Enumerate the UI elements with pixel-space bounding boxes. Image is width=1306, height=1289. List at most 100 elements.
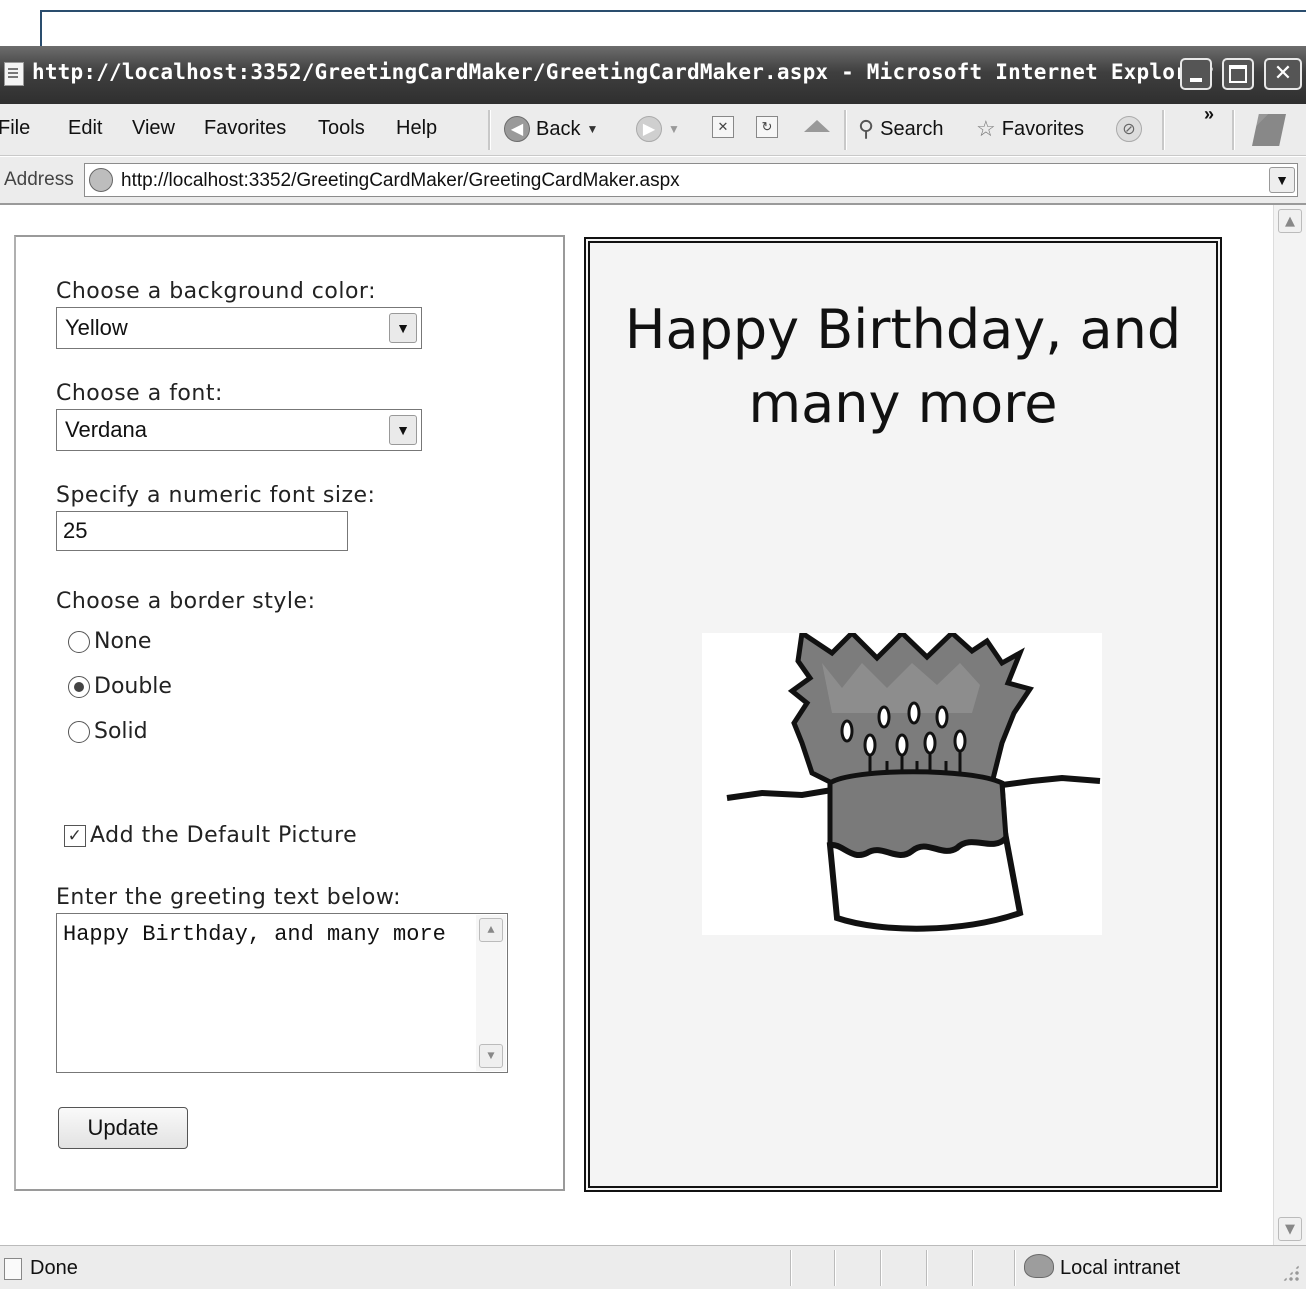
radio-none-label: None — [94, 629, 152, 654]
background-color-value: Yellow — [65, 315, 128, 340]
address-dropdown-icon[interactable]: ▼ — [1269, 167, 1295, 193]
outer-frame-line-left — [40, 10, 42, 46]
font-select[interactable]: Verdana ▼ — [56, 409, 422, 451]
radio-double[interactable] — [68, 675, 90, 698]
radio-double-label: Double — [94, 674, 172, 699]
greeting-textarea-value: Happy Birthday, and many more — [63, 922, 446, 947]
controls-panel: Choose a background color: Yellow ▼ Choo… — [14, 235, 565, 1191]
scroll-up-icon[interactable]: ▲ — [479, 918, 503, 942]
textarea-scrollbar[interactable]: ▲ ▼ — [476, 915, 506, 1071]
back-dropdown-icon[interactable]: ▼ — [586, 122, 598, 136]
forward-dropdown-icon[interactable]: ▼ — [668, 122, 680, 136]
border-style-label: Choose a border style: — [56, 589, 316, 614]
font-value: Verdana — [65, 417, 147, 442]
close-button[interactable]: ✕ — [1264, 58, 1302, 90]
menu-separator — [488, 110, 491, 150]
maximize-button[interactable] — [1222, 58, 1254, 90]
favorites-label: Favorites — [1001, 117, 1084, 140]
menu-favorites[interactable]: Favorites — [204, 117, 286, 140]
home-icon — [804, 120, 830, 132]
status-bar: Done Local intranet — [0, 1245, 1306, 1289]
radio-solid[interactable] — [68, 720, 90, 743]
status-divider — [926, 1250, 928, 1286]
border-option-solid[interactable]: Solid — [68, 719, 148, 744]
page-done-icon — [4, 1258, 22, 1280]
default-picture-checkbox[interactable]: ✓ — [64, 824, 86, 847]
menu-help[interactable]: Help — [396, 117, 437, 140]
greeting-textarea[interactable]: Happy Birthday, and many more ▲ ▼ — [56, 913, 508, 1073]
title-bar: http://localhost:3352/GreetingCardMaker/… — [0, 46, 1306, 104]
address-url: http://localhost:3352/GreetingCardMaker/… — [121, 170, 680, 191]
forward-button[interactable]: ▶ ▼ — [636, 116, 680, 142]
cake-illustration — [726, 628, 1101, 932]
resize-grip-icon[interactable] — [1282, 1264, 1300, 1282]
birthday-cake-picture — [702, 628, 1102, 935]
forward-arrow-icon: ▶ — [636, 116, 662, 142]
chevron-down-icon: ▼ — [389, 415, 417, 445]
status-divider — [790, 1250, 792, 1286]
windows-logo-icon — [1252, 114, 1286, 146]
address-input[interactable]: http://localhost:3352/GreetingCardMaker/… — [84, 163, 1298, 197]
font-label: Choose a font: — [56, 381, 223, 406]
scroll-down-icon[interactable]: ▼ — [479, 1044, 503, 1068]
menu-bar: File Edit View Favorites Tools Help ◀ Ba… — [0, 104, 1306, 156]
font-size-input[interactable]: 25 — [56, 511, 348, 551]
toolbar-separator-2 — [1162, 110, 1165, 150]
background-color-select[interactable]: Yellow ▼ — [56, 307, 422, 349]
home-button[interactable] — [804, 120, 830, 132]
font-size-label: Specify a numeric font size: — [56, 483, 376, 508]
background-color-label: Choose a background color: — [56, 279, 377, 304]
card-greeting-text: Happy Birthday, and many more — [624, 298, 1182, 435]
radio-solid-label: Solid — [94, 719, 148, 744]
page-content: Choose a background color: Yellow ▼ Choo… — [0, 205, 1273, 1245]
menu-view[interactable]: View — [132, 117, 175, 140]
stop-button[interactable]: ✕ — [712, 116, 734, 138]
ie-page-icon — [89, 168, 113, 192]
default-picture-label: Add the Default Picture — [90, 823, 358, 848]
address-bar: Address http://localhost:3352/GreetingCa… — [0, 157, 1306, 205]
border-option-double[interactable]: Double — [68, 674, 172, 699]
close-icon: ✕ — [1273, 61, 1293, 86]
scroll-down-icon[interactable]: ▼ — [1278, 1217, 1302, 1241]
toolbar-separator-3 — [1232, 110, 1235, 150]
refresh-button[interactable]: ↻ — [756, 116, 778, 138]
minimize-icon — [1190, 78, 1202, 82]
stop-icon: ✕ — [712, 116, 734, 138]
favorites-star-icon: ☆ — [976, 116, 996, 141]
menu-file[interactable]: File — [0, 117, 30, 140]
radio-none[interactable] — [68, 630, 90, 653]
page-icon — [4, 62, 24, 86]
menu-tools[interactable]: Tools — [318, 117, 365, 140]
status-divider — [880, 1250, 882, 1286]
status-divider — [972, 1250, 974, 1286]
search-button[interactable]: ⚲ Search — [858, 116, 944, 142]
minimize-button[interactable] — [1180, 58, 1212, 90]
scroll-up-icon[interactable]: ▲ — [1278, 209, 1302, 233]
border-option-none[interactable]: None — [68, 629, 151, 654]
window-title: http://localhost:3352/GreetingCardMaker/… — [32, 60, 1214, 84]
page-scrollbar[interactable]: ▲ ▼ — [1273, 205, 1306, 1245]
favorites-button[interactable]: ☆ Favorites — [976, 116, 1084, 142]
greeting-card: Happy Birthday, and many more — [584, 237, 1222, 1192]
security-zone-label: Local intranet — [1060, 1257, 1181, 1279]
status-divider — [1014, 1250, 1016, 1286]
media-icon: ⊘ — [1116, 116, 1142, 142]
back-button[interactable]: ◀ Back ▼ — [504, 116, 598, 142]
search-label: Search — [880, 117, 944, 140]
back-arrow-icon: ◀ — [504, 116, 530, 142]
menu-edit[interactable]: Edit — [68, 117, 102, 140]
status-divider — [834, 1250, 836, 1286]
status-text: Done — [30, 1257, 78, 1279]
maximize-icon — [1229, 65, 1247, 83]
toolbar-overflow-icon[interactable]: » — [1204, 104, 1214, 125]
media-button[interactable]: ⊘ — [1116, 116, 1142, 142]
search-icon: ⚲ — [858, 116, 875, 141]
update-button[interactable]: Update — [58, 1107, 188, 1149]
intranet-zone-icon — [1024, 1254, 1054, 1278]
address-label: Address — [4, 169, 74, 190]
toolbar-separator — [844, 110, 847, 150]
default-picture-option[interactable]: ✓ Add the Default Picture — [64, 823, 357, 848]
chevron-down-icon: ▼ — [389, 313, 417, 343]
refresh-icon: ↻ — [756, 116, 778, 138]
back-label: Back — [536, 117, 581, 140]
